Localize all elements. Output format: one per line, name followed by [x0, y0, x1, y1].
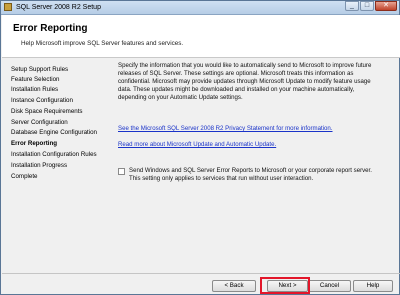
sidebar-item-instance-configuration[interactable]: Instance Configuration: [11, 97, 73, 105]
main-panel: Specify the information that you would l…: [114, 58, 394, 268]
privacy-statement-link[interactable]: See the Microsoft SQL Server 2008 R2 Pri…: [118, 125, 333, 132]
minimize-button[interactable]: _: [345, 1, 359, 11]
page-subtitle: Help Microsoft improve SQL Server featur…: [21, 40, 184, 47]
footer-divider: [2, 273, 400, 274]
error-reports-checkbox[interactable]: [118, 168, 125, 175]
sidebar-item-complete[interactable]: Complete: [11, 173, 37, 181]
microsoft-update-link[interactable]: Read more about Microsoft Update and Aut…: [118, 141, 276, 148]
next-button-highlight: [260, 277, 310, 294]
sidebar-item-installation-progress[interactable]: Installation Progress: [11, 162, 67, 170]
sidebar-item-database-engine-configuration[interactable]: Database Engine Configuration: [11, 129, 97, 137]
setup-window: SQL Server 2008 R2 Setup _ □ ✕ Error Rep…: [0, 0, 400, 295]
close-button[interactable]: ✕: [375, 1, 397, 11]
help-button[interactable]: Help: [353, 280, 393, 292]
sql-setup-app-icon: [4, 3, 12, 11]
sidebar-item-feature-selection[interactable]: Feature Selection: [11, 76, 60, 84]
steps-sidebar: Setup Support Rules Feature Selection In…: [2, 58, 109, 268]
sidebar-item-installation-rules[interactable]: Installation Rules: [11, 86, 58, 94]
window-title: SQL Server 2008 R2 Setup: [16, 4, 101, 11]
error-reports-checkbox-label[interactable]: Send Windows and SQL Server Error Report…: [129, 167, 381, 183]
maximize-button[interactable]: □: [360, 1, 374, 11]
sidebar-item-server-configuration[interactable]: Server Configuration: [11, 119, 68, 127]
sidebar-item-error-reporting[interactable]: Error Reporting: [11, 140, 57, 148]
page-title: Error Reporting: [13, 23, 88, 34]
title-bar[interactable]: SQL Server 2008 R2 Setup _ □ ✕: [1, 1, 399, 15]
sidebar-item-setup-support-rules[interactable]: Setup Support Rules: [11, 66, 68, 74]
window-controls: _ □ ✕: [345, 1, 397, 11]
back-button[interactable]: < Back: [212, 280, 256, 292]
cancel-button[interactable]: Cancel: [308, 280, 351, 292]
description-text: Specify the information that you would l…: [118, 62, 372, 101]
page-header: Error Reporting Help Microsoft improve S…: [2, 15, 400, 58]
sidebar-item-disk-space-requirements[interactable]: Disk Space Requirements: [11, 108, 83, 116]
sidebar-item-installation-configuration-rules[interactable]: Installation Configuration Rules: [11, 151, 97, 159]
